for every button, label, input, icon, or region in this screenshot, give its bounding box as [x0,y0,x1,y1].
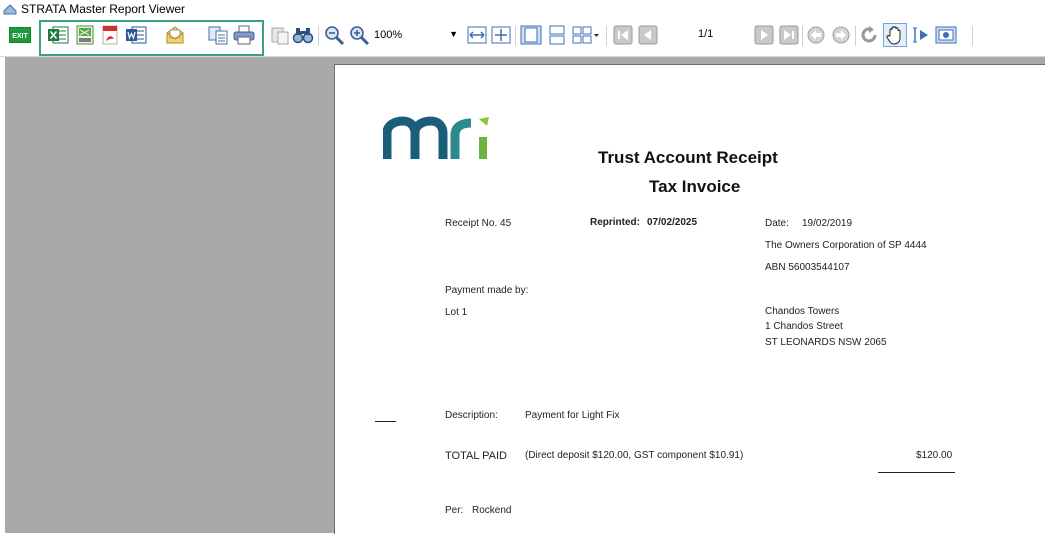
report-subtitle: Tax Invoice [649,177,741,196]
hand-tool-icon [886,26,901,45]
toolbar-separator [802,26,803,46]
toolbar-separator [318,26,319,46]
pdf-icon [102,25,118,45]
reprinted-label: Reprinted: [590,217,640,228]
window-title: STRATA Master Report Viewer [21,2,186,16]
total-paid-label: TOTAL PAID [445,450,507,462]
zoom-in-icon [350,26,370,45]
per-value: Rockend [472,505,512,516]
back-button[interactable] [805,24,827,46]
snapshot-icon [935,26,957,44]
select-tool-icon [913,27,928,43]
multi-page-icon [572,26,599,44]
owner-corporation: The Owners Corporation of SP 4444 [765,240,927,251]
fit-page-icon [491,26,511,44]
page-indicator: 1/1 [698,28,714,40]
export-pdf-button[interactable] [98,24,122,46]
forward-icon [832,26,850,44]
description-label: Description: [445,410,498,421]
single-page-icon [520,25,542,45]
address-line-2: 1 Chandos Street [765,321,843,332]
hand-tool-button[interactable] [883,23,907,47]
fit-page-button[interactable] [490,24,512,46]
abn: ABN 56003544107 [765,262,850,273]
toolbar-separator [972,26,973,46]
find-button[interactable] [291,24,315,46]
csv-icon [76,25,94,45]
zoom-value: 100% [374,29,403,41]
svg-text:EXIT: EXIT [12,33,28,40]
zoom-select[interactable]: 100% ▼ [374,25,460,45]
export-word-button[interactable] [124,24,148,46]
next-page-button[interactable] [753,24,775,46]
title-bar: STRATA Master Report Viewer [0,0,1045,18]
export-csv-button[interactable] [73,24,97,46]
total-amount: $120.00 [916,450,953,461]
excel-icon [48,26,69,44]
print-button[interactable] [232,24,256,46]
date-label: Date: [765,218,789,229]
margin-tick [375,421,396,422]
toolbar-separator [606,26,607,46]
mri-logo [383,116,489,159]
print-icon [233,25,255,45]
lot: Lot 1 [445,307,468,318]
find-icon [292,28,314,44]
report-page: Trust Account Receipt Tax Invoice Receip… [334,64,1045,534]
date-value: 19/02/2019 [802,218,853,229]
word-icon [126,26,147,44]
refresh-button[interactable] [858,24,880,46]
copy-icon [208,26,228,45]
toolbar: EXIT 100% ▼ 1/1 [0,18,1045,57]
reprinted-date: 07/02/2025 [647,217,698,228]
description-value: Payment for Light Fix [525,410,620,421]
address-line-1: Chandos Towers [765,306,840,317]
total-paid-detail: (Direct deposit $120.00, GST component $… [525,450,744,461]
toolbar-separator [855,26,856,46]
total-underline [878,472,955,473]
per-label: Per: [445,505,464,516]
paste-button[interactable] [268,24,292,46]
prev-page-button[interactable] [637,24,659,46]
payment-made-by-label: Payment made by: [445,285,529,296]
continuous-icon [549,25,565,45]
fit-width-icon [467,26,487,44]
paste-icon [271,27,289,45]
snapshot-button[interactable] [934,24,958,46]
app-icon [3,4,17,15]
copy-button[interactable] [206,24,230,46]
first-page-button[interactable] [612,24,634,46]
last-page-icon [779,25,799,45]
refresh-icon [861,26,877,43]
chevron-down-icon: ▼ [449,29,458,39]
email-button[interactable] [163,24,187,46]
zoom-in-button[interactable] [347,24,371,46]
next-page-icon [754,25,774,45]
receipt-number: Receipt No. 45 [445,218,512,229]
address-line-3: ST LEONARDS NSW 2065 [765,337,887,348]
continuous-button[interactable] [545,24,569,46]
zoom-out-button[interactable] [322,24,346,46]
last-page-button[interactable] [778,24,800,46]
forward-button[interactable] [830,24,852,46]
single-page-button[interactable] [519,24,543,46]
multi-page-button[interactable] [571,24,601,46]
fit-width-button[interactable] [466,24,488,46]
email-icon [166,26,184,44]
report-title: Trust Account Receipt [598,148,778,167]
back-icon [807,26,825,44]
exit-button[interactable]: EXIT [8,24,32,46]
first-page-icon [613,25,633,45]
prev-page-icon [638,25,658,45]
zoom-out-icon [325,26,345,45]
exit-icon: EXIT [9,27,31,43]
export-excel-button[interactable] [46,24,70,46]
toolbar-separator [515,26,516,46]
select-tool-button[interactable] [910,24,932,46]
